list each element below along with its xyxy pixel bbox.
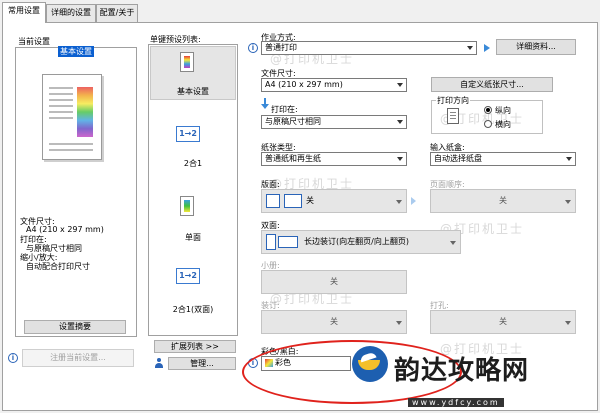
duplex-page-icon [266, 234, 276, 250]
print-on-label: 打印在: [271, 105, 298, 114]
job-type-value: 普通打印 [265, 43, 297, 52]
preset-item-simplex[interactable]: 单面 [150, 232, 236, 243]
page-order-select[interactable]: 关 [430, 189, 576, 213]
expand-list-button[interactable]: 扩展列表 >> [154, 340, 236, 353]
info-icon[interactable]: i [248, 43, 258, 53]
duplex-select[interactable]: 长边装订(向左翻页/向上翻页) [261, 230, 461, 254]
tab-common-settings[interactable]: 常用设置 [2, 2, 46, 23]
two-in-one-duplex-icon: 1→2 [176, 268, 200, 284]
user-icon [154, 358, 164, 368]
single-page-icon [266, 194, 280, 208]
portrait-page-icon [447, 108, 459, 124]
flip-page-icon [278, 236, 298, 248]
page-order-value: 关 [499, 196, 507, 205]
duplex-value: 长边装订(向左翻页/向上翻页) [304, 237, 409, 246]
paper-preview-icon [42, 74, 102, 160]
layout-page-icon [284, 194, 302, 208]
booklet-select[interactable]: 关 [261, 270, 407, 294]
settings-summary-button[interactable]: 设置摘要 [24, 320, 126, 334]
two-in-one-icon: 1→2 [176, 126, 200, 142]
summary-zoom-value: 自动配合打印尺寸 [26, 262, 90, 271]
layout-select[interactable]: 关 [261, 189, 407, 213]
portrait-label: 纵向 [495, 106, 511, 115]
logo-text: 韵达攻略网 [394, 356, 530, 386]
punch-select[interactable]: 关 [430, 310, 576, 334]
paper-type-select[interactable]: 普通纸和再生纸 [261, 152, 407, 166]
details-button[interactable]: 详细资料... [496, 39, 576, 55]
layout-value: 关 [306, 196, 314, 205]
preset-item-basic[interactable]: 基本设置 [150, 86, 236, 97]
paper-size-value: A4 (210 x 297 mm) [265, 80, 343, 89]
play-arrow-icon [411, 197, 416, 205]
tab-detailed-settings[interactable]: 详细的设置 [46, 4, 96, 22]
basic-settings-icon [180, 52, 194, 72]
paper-size-select[interactable]: A4 (210 x 297 mm) [261, 78, 407, 92]
preset-item-2in1[interactable]: 2合1 [150, 158, 236, 169]
info-icon[interactable]: i [8, 353, 18, 363]
logo-url: www.ydfcy.com [408, 398, 504, 407]
logo-icon [352, 346, 388, 382]
punch-value: 关 [499, 317, 507, 326]
current-settings-label: 当前设置 [18, 37, 50, 46]
down-arrow-icon [261, 98, 269, 110]
portrait-radio[interactable] [484, 106, 492, 114]
landscape-label: 横向 [495, 120, 511, 129]
staple-value: 关 [330, 317, 338, 326]
landscape-radio[interactable] [484, 120, 492, 128]
register-current-settings-button[interactable]: 注册当前设置... [22, 349, 134, 367]
paper-source-value: 自动选择纸盘 [434, 154, 482, 163]
play-arrow-icon [484, 44, 490, 52]
manage-button[interactable]: 管理... [168, 357, 236, 370]
orientation-label: 打印方向 [436, 95, 470, 106]
paper-type-value: 普通纸和再生纸 [265, 154, 321, 163]
paper-source-select[interactable]: 自动选择纸盘 [430, 152, 576, 166]
preset-badge: 基本设置 [58, 46, 94, 57]
print-on-select[interactable]: 与原稿尺寸相同 [261, 115, 407, 129]
staple-select[interactable]: 关 [261, 310, 407, 334]
booklet-value: 关 [330, 277, 338, 286]
summary-paper-size-value: A4 (210 x 297 mm) [26, 225, 104, 234]
simplex-icon [180, 196, 194, 216]
job-type-select[interactable]: 普通打印 [261, 41, 477, 55]
custom-paper-size-button[interactable]: 自定义纸张尺寸... [431, 77, 553, 92]
preset-item-2in1-duplex[interactable]: 2合1(双面) [150, 304, 236, 315]
print-on-value: 与原稿尺寸相同 [265, 117, 321, 126]
tab-config-about[interactable]: 配置/关于 [96, 4, 138, 22]
